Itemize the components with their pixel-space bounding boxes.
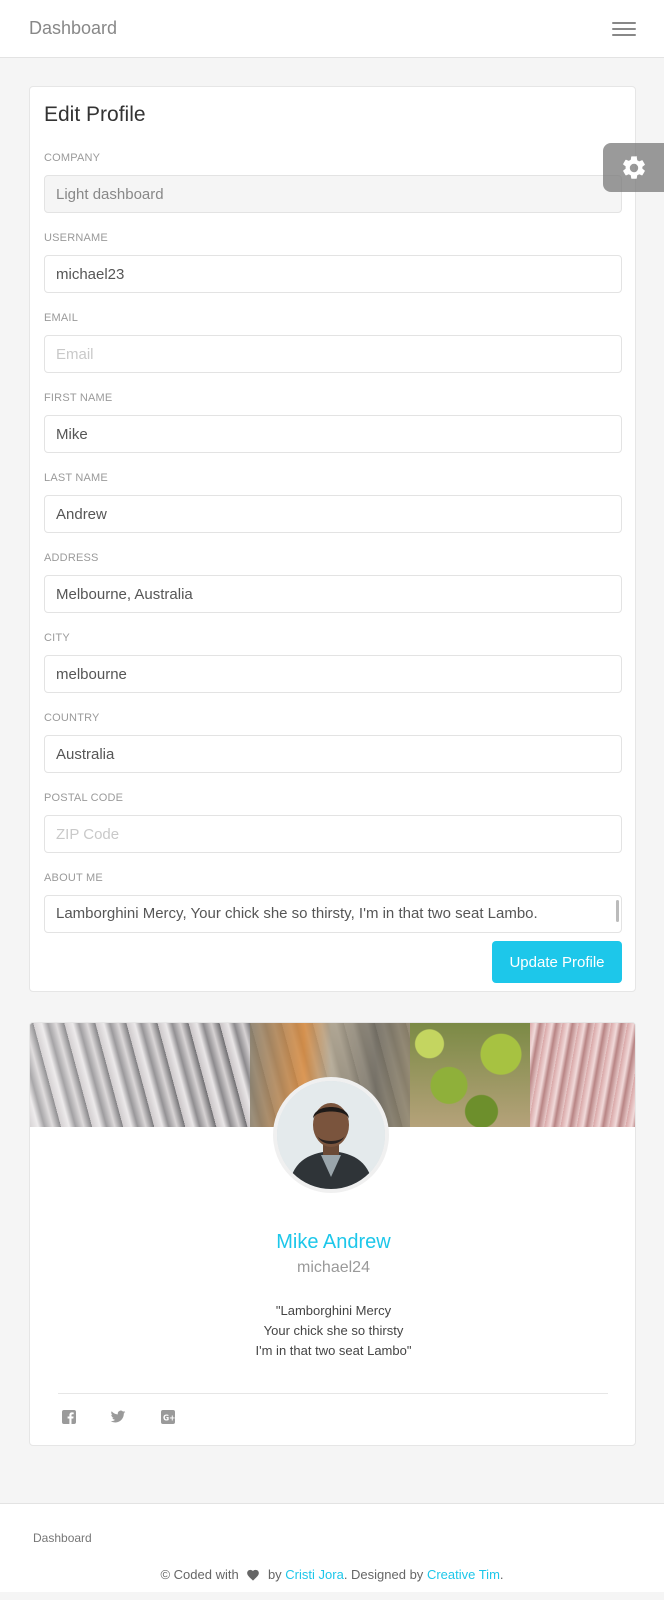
country-field: Country	[44, 711, 622, 773]
designed-by-text: . Designed by	[343, 1567, 424, 1582]
address-input[interactable]	[44, 575, 622, 613]
copyright-by: by	[267, 1567, 282, 1582]
twitter-icon[interactable]	[110, 1409, 128, 1427]
user-profile-card: Mike Andrew michael24 "Lamborghini Mercy…	[29, 1022, 636, 1446]
postal-code-input[interactable]	[44, 815, 622, 853]
first-name-label: First Name	[44, 392, 113, 404]
textarea-scrollbar[interactable]	[616, 900, 619, 922]
cover-image-building	[530, 1023, 635, 1127]
about-me-textarea[interactable]: Lamborghini Mercy, Your chick she so thi…	[44, 895, 622, 933]
postal-code-field: Postal Code	[44, 791, 622, 853]
copyright-prefix: © Coded with	[160, 1567, 239, 1582]
designer-link[interactable]: Creative Tim	[427, 1567, 500, 1582]
company-input[interactable]	[44, 175, 622, 213]
last-name-input[interactable]	[44, 495, 622, 533]
city-field: City	[44, 631, 622, 693]
bio-line: Your chick she so thirsty	[263, 1323, 404, 1338]
footer-dashboard-link[interactable]: Dashboard	[33, 1531, 92, 1545]
card-title: Edit Profile	[44, 103, 146, 126]
first-name-field: First Name	[44, 391, 622, 453]
copyright: © Coded with by Cristi Jora. Designed by…	[0, 1567, 664, 1584]
facebook-icon[interactable]	[61, 1409, 79, 1427]
last-name-field: Last Name	[44, 471, 622, 533]
username-input[interactable]	[44, 255, 622, 293]
user-username: michael24	[297, 1259, 370, 1276]
city-label: City	[44, 632, 70, 644]
heart-icon	[246, 1568, 260, 1584]
last-name-label: Last Name	[44, 472, 108, 484]
edit-profile-card: Edit Profile Company Username Email Firs…	[29, 86, 636, 992]
avatar-photo	[277, 1081, 385, 1189]
email-field: Email	[44, 311, 622, 373]
address-field: Address	[44, 551, 622, 613]
bio-line: "Lamborghini Mercy	[275, 1303, 392, 1318]
gear-icon	[623, 156, 645, 179]
city-input[interactable]	[44, 655, 622, 693]
company-field: Company	[44, 151, 622, 213]
username-label: Username	[44, 232, 108, 244]
copyright-suffix: .	[499, 1567, 504, 1582]
country-label: Country	[44, 712, 100, 724]
country-input[interactable]	[44, 735, 622, 773]
postal-code-label: Postal Code	[44, 792, 124, 804]
settings-toggle[interactable]	[603, 143, 664, 192]
about-me-field: About Me Lamborghini Mercy, Your chick s…	[44, 871, 622, 933]
update-profile-button[interactable]: Update Profile	[492, 941, 622, 983]
email-label: Email	[44, 312, 79, 324]
first-name-input[interactable]	[44, 415, 622, 453]
author-link[interactable]: Cristi Jora	[285, 1567, 344, 1582]
cover-image-trees	[410, 1023, 540, 1127]
top-navbar: Dashboard	[0, 0, 664, 58]
footer: Dashboard © Coded with by Cristi Jora. D…	[0, 1503, 664, 1592]
about-me-label: About Me	[44, 872, 103, 884]
user-bio: "Lamborghini Mercy Your chick she so thi…	[30, 1301, 635, 1361]
avatar[interactable]	[273, 1077, 389, 1193]
navbar-brand[interactable]: Dashboard	[29, 18, 117, 39]
username-field: Username	[44, 231, 622, 293]
company-label: Company	[44, 152, 101, 164]
user-full-name[interactable]: Mike Andrew	[30, 1231, 635, 1254]
hamburger-menu-icon[interactable]	[612, 22, 636, 38]
svg-text:G+: G+	[163, 1414, 175, 1423]
email-input[interactable]	[44, 335, 622, 373]
google-plus-icon[interactable]: G+	[160, 1409, 178, 1427]
card-divider	[58, 1393, 608, 1394]
bio-line: I'm in that two seat Lambo"	[255, 1343, 412, 1358]
address-label: Address	[44, 552, 99, 564]
